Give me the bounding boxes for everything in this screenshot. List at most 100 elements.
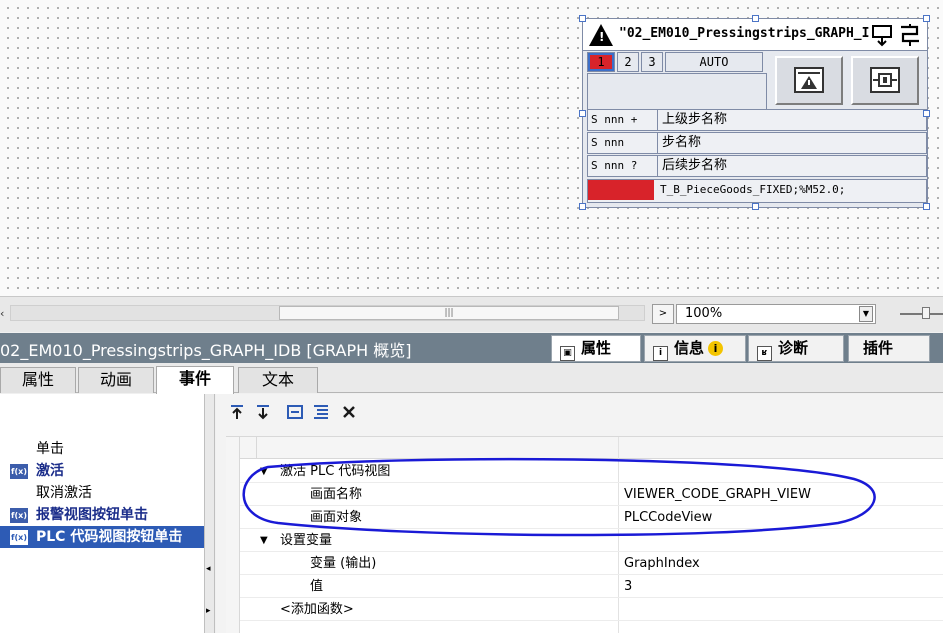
info-tab-icon: i — [653, 346, 668, 361]
subtab-texts[interactable]: 文本 — [238, 367, 318, 393]
function-list-panel: ▼ 激活 PLC 代码视图 画面名称 VIEWER_CODE_GRAPH_VIE… — [216, 394, 943, 633]
function-row-tag-output[interactable]: 变量 (输出) GraphIndex — [240, 552, 943, 575]
expanded-triangle-icon[interactable]: ▼ — [260, 460, 268, 483]
parameter-name: 画面对象 — [310, 510, 363, 525]
expand-right-icon[interactable]: ▸ — [206, 606, 211, 616]
resize-handle[interactable] — [579, 203, 586, 210]
parameter-value[interactable]: VIEWER_CODE_GRAPH_VIEW — [624, 483, 811, 506]
network-icon[interactable] — [897, 23, 923, 47]
resize-handle[interactable] — [752, 203, 759, 210]
resize-handle[interactable] — [923, 203, 930, 210]
status-indicator — [588, 180, 654, 200]
current-step-name: 步名称 — [662, 135, 702, 150]
expanded-triangle-icon[interactable]: ▼ — [260, 529, 268, 552]
next-step-number: S nnn ? — [588, 156, 658, 176]
function-row-screen-object[interactable]: 画面对象 PLCCodeView — [240, 506, 943, 529]
tab-properties-label: 属性 — [581, 339, 612, 357]
column-separator — [256, 437, 257, 459]
function-row-set-tag[interactable]: ▼ 设置变量 — [240, 529, 943, 552]
function-grid: ▼ 激活 PLC 代码视图 画面名称 VIEWER_CODE_GRAPH_VIE… — [226, 436, 943, 633]
function-icon: f(x) — [10, 530, 28, 545]
faceplate-row-next-step: S nnn ? 后续步名称 — [587, 155, 927, 177]
inspector-subtabs: 属性 动画 事件 文本 — [0, 363, 943, 394]
inspector-title: 02_EM010_Pressingstrips_GRAPH_IDB [GRAPH… — [0, 341, 412, 360]
function-icon: f(x) — [10, 464, 28, 479]
faceplate-tab-2[interactable]: 2 — [617, 52, 639, 72]
collapse-icon[interactable] — [286, 403, 304, 421]
design-canvas[interactable]: ! "02_EM010_Pressingstrips_GRAPH_IDB 1 2… — [0, 0, 943, 296]
function-grid-row-gutter — [226, 437, 240, 633]
horizontal-scrollbar[interactable]: ||| — [10, 305, 645, 321]
event-label: 取消激活 — [36, 485, 92, 501]
chevron-down-icon[interactable]: ▼ — [859, 306, 873, 322]
resize-handle[interactable] — [923, 15, 930, 22]
tab-diagnostics-label: 诊断 — [778, 339, 809, 357]
subtab-events[interactable]: 事件 — [156, 366, 234, 394]
resize-handle[interactable] — [752, 15, 759, 22]
faceplate-tab-auto[interactable]: AUTO — [665, 52, 763, 72]
parameter-value[interactable]: 3 — [624, 575, 632, 598]
event-activate[interactable]: f(x) 激活 — [0, 460, 204, 482]
panel-splitter[interactable]: ◂ ▸ — [204, 394, 215, 633]
zoom-select[interactable]: 100% ▼ — [676, 304, 876, 324]
collapse-left-icon[interactable]: ◂ — [206, 564, 211, 574]
subtab-properties[interactable]: 属性 — [0, 367, 76, 393]
faceplate-title-bar: ! "02_EM010_Pressingstrips_GRAPH_IDB — [583, 19, 927, 51]
parameter-value[interactable]: PLCCodeView — [624, 506, 712, 529]
canvas-status-strip: ‹ ||| > 100% ▼ — [0, 296, 943, 332]
alarm-view-icon — [794, 67, 824, 93]
add-function-label[interactable]: <添加函数> — [280, 598, 354, 621]
previous-step-number: S nnn + — [588, 110, 658, 130]
faceplate-tab-3[interactable]: 3 — [641, 52, 663, 72]
scroll-left-icon[interactable]: ‹ — [0, 304, 10, 324]
faceplate-row-status: T_B_PieceGoods_FIXED;%M52.0; — [587, 179, 927, 203]
function-row-value[interactable]: 值 3 — [240, 575, 943, 598]
info-icon: i — [708, 341, 724, 356]
graph-overview-faceplate[interactable]: ! "02_EM010_Pressingstrips_GRAPH_IDB 1 2… — [579, 15, 930, 210]
parameter-name: 变量 (输出) — [310, 556, 377, 571]
zoom-arrow-icon[interactable]: > — [652, 304, 674, 324]
resize-handle[interactable] — [579, 110, 586, 117]
function-row-activate-plc-code-view[interactable]: ▼ 激活 PLC 代码视图 — [240, 460, 943, 483]
delete-icon[interactable] — [340, 403, 358, 421]
resize-handle[interactable] — [579, 15, 586, 22]
tab-plugins[interactable]: 插件 — [848, 335, 930, 362]
move-down-icon[interactable] — [254, 403, 272, 421]
function-row-add-function[interactable]: <添加函数> — [240, 598, 943, 621]
tab-info[interactable]: i 信息 i — [644, 335, 746, 362]
previous-step-name: 上级步名称 — [662, 112, 728, 127]
faceplate-row-current-step: S nnn 步名称 — [587, 132, 927, 154]
resize-handle[interactable] — [923, 110, 930, 117]
function-name: 设置变量 — [280, 533, 333, 548]
diagnostics-icon: ʁ — [757, 346, 772, 361]
event-click[interactable]: 单击 — [0, 438, 204, 460]
parameter-name: 值 — [310, 579, 324, 594]
move-up-icon[interactable] — [228, 403, 246, 421]
function-grid-header — [226, 437, 943, 459]
expand-icon[interactable] — [312, 403, 330, 421]
current-step-number: S nnn — [588, 133, 658, 153]
faceplate-row-previous-step: S nnn + 上级步名称 — [587, 109, 927, 131]
event-label: 报警视图按钮单击 — [36, 507, 148, 523]
tab-properties[interactable]: ▣ 属性 — [551, 335, 641, 362]
function-row-screen-name[interactable]: 画面名称 VIEWER_CODE_GRAPH_VIEW — [240, 483, 943, 506]
event-label: PLC 代码视图按钮单击 — [36, 529, 183, 545]
zoom-slider-knob[interactable] — [922, 307, 930, 319]
tab-diagnostics[interactable]: ʁ 诊断 — [748, 335, 844, 362]
faceplate-tab-1[interactable]: 1 — [587, 52, 615, 72]
event-alarm-view-button-click[interactable]: f(x) 报警视图按钮单击 — [0, 504, 204, 526]
subtab-animation[interactable]: 动画 — [78, 367, 154, 393]
function-name: 激活 PLC 代码视图 — [280, 464, 391, 479]
next-step-name: 后续步名称 — [662, 158, 728, 173]
alarm-view-button[interactable] — [775, 56, 843, 105]
parameter-name: 画面名称 — [310, 487, 363, 502]
parameter-value[interactable]: GraphIndex — [624, 552, 700, 575]
event-plc-code-view-button-click[interactable]: f(x) PLC 代码视图按钮单击 — [0, 526, 204, 548]
scrollbar-thumb[interactable]: ||| — [279, 306, 619, 320]
event-label: 单击 — [36, 441, 64, 457]
event-deactivate[interactable]: 取消激活 — [0, 482, 204, 504]
download-icon[interactable] — [869, 23, 895, 47]
zoom-slider[interactable] — [900, 307, 943, 319]
faceplate-title: "02_EM010_Pressingstrips_GRAPH_IDB — [619, 26, 869, 41]
plc-code-view-button[interactable] — [851, 56, 919, 105]
